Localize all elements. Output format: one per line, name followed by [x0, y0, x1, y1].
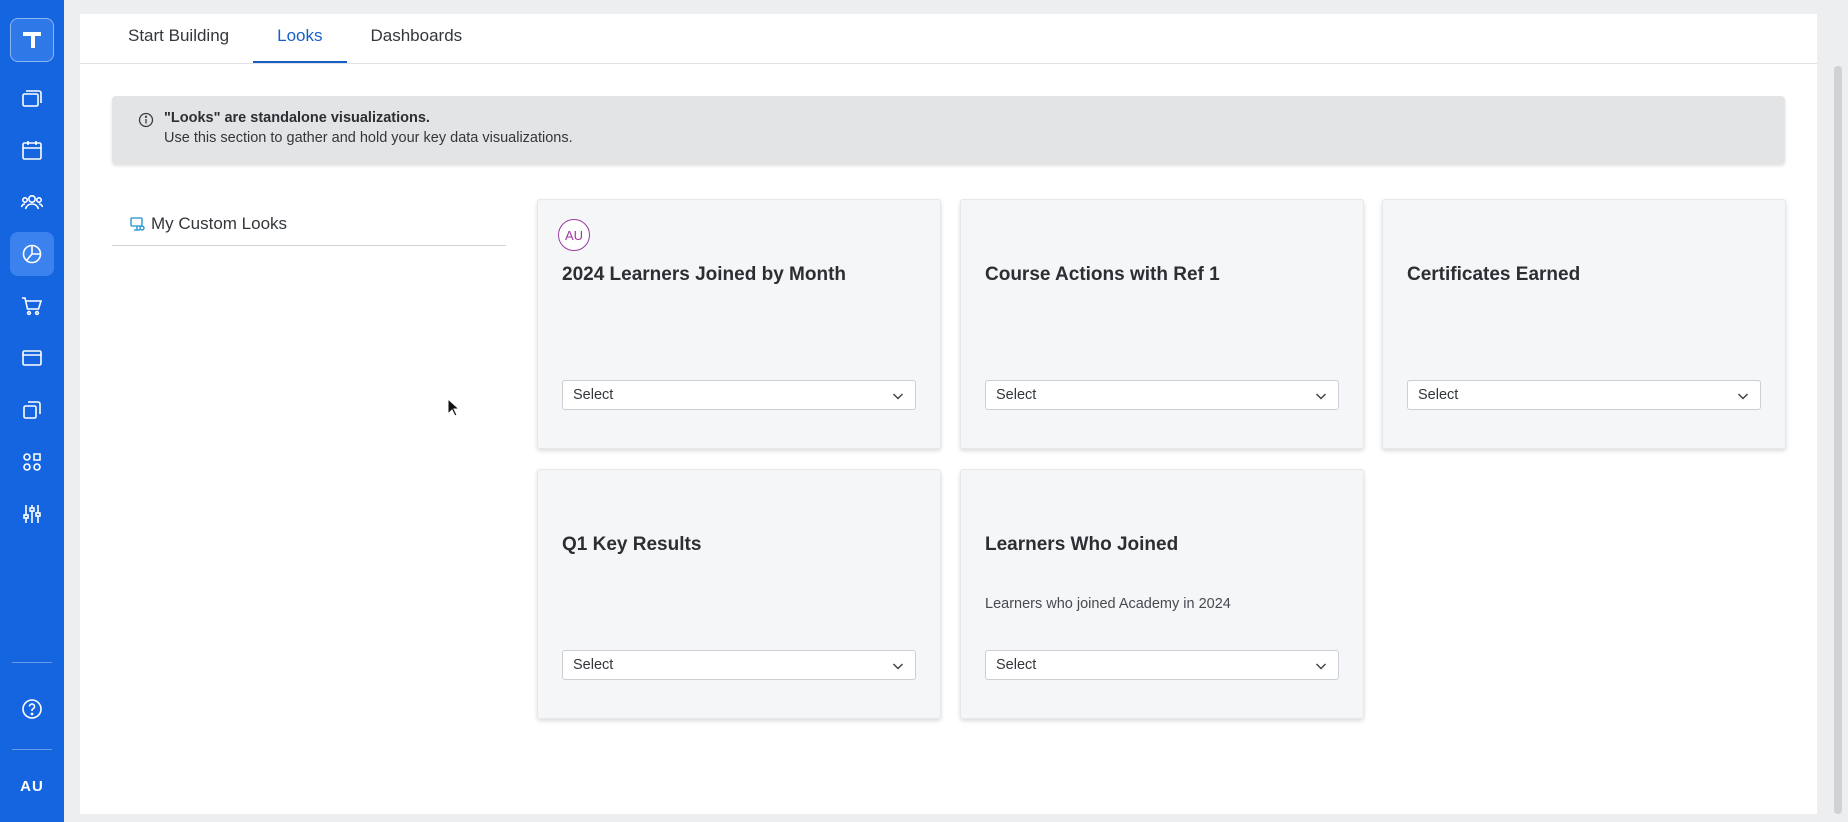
cart-icon [22, 297, 43, 316]
look-select[interactable]: Select [1407, 380, 1761, 410]
nav-item-apps[interactable] [10, 440, 54, 484]
user-avatar[interactable]: AU [20, 750, 44, 822]
sidebar-title: My Custom Looks [151, 213, 288, 233]
look-title[interactable]: Certificates Earned [1407, 264, 1580, 286]
copy-icon [23, 401, 41, 419]
rail-nav [10, 72, 54, 540]
chevron-down-icon [1738, 393, 1748, 400]
calendar-icon [22, 141, 42, 160]
look-title[interactable]: 2024 Learners Joined by Month [562, 264, 846, 286]
look-card[interactable]: Course Actions with Ref 1 Select [960, 199, 1364, 449]
look-title[interactable]: Learners Who Joined [985, 534, 1178, 556]
nav-item-settings[interactable] [10, 492, 54, 536]
nav-item-cards[interactable] [10, 76, 54, 120]
info-banner: "Looks" are standalone visualizations. U… [112, 96, 1785, 164]
select-value: Select [573, 387, 614, 403]
custom-looks-folder[interactable]: My Custom Looks [112, 202, 506, 246]
nav-item-analytics[interactable] [10, 232, 54, 276]
nav-item-window[interactable] [10, 336, 54, 380]
users-icon [20, 195, 44, 210]
app-logo[interactable] [10, 18, 54, 62]
look-title[interactable]: Course Actions with Ref 1 [985, 264, 1220, 286]
folder-user-icon [130, 216, 145, 231]
sliders-icon [23, 505, 41, 523]
look-card[interactable]: AU 2024 Learners Joined by Month Select [537, 199, 941, 449]
nav-item-calendar[interactable] [10, 128, 54, 172]
look-card[interactable]: Q1 Key Results Select [537, 469, 941, 719]
cards-icon [22, 90, 42, 107]
look-select[interactable]: Select [562, 650, 916, 680]
chevron-down-icon [893, 663, 903, 670]
look-select[interactable]: Select [985, 380, 1339, 410]
tab-dashboards[interactable]: Dashboards [347, 13, 487, 63]
info-title: "Looks" are standalone visualizations. [164, 110, 430, 126]
chevron-down-icon [1316, 393, 1326, 400]
select-value: Select [573, 657, 614, 673]
nav-item-cart[interactable] [10, 284, 54, 328]
chevron-down-icon [893, 393, 903, 400]
rail-bottom: AU [0, 662, 64, 822]
nav-item-users[interactable] [10, 180, 54, 224]
select-value: Select [996, 657, 1037, 673]
nav-item-help[interactable] [10, 687, 54, 731]
look-select[interactable]: Select [985, 650, 1339, 680]
look-card[interactable]: Certificates Earned Select [1382, 199, 1786, 449]
select-value: Select [1418, 387, 1459, 403]
tab-start-building[interactable]: Start Building [104, 13, 253, 63]
tab-bar: Start Building Looks Dashboards [80, 14, 1817, 64]
look-card[interactable]: Learners Who Joined Learners who joined … [960, 469, 1364, 719]
info-body: Use this section to gather and hold your… [164, 130, 573, 146]
select-value: Select [996, 387, 1037, 403]
main-panel: Start Building Looks Dashboards "Looks" … [80, 14, 1817, 814]
page-scrollbar[interactable] [1834, 66, 1842, 814]
info-icon [138, 112, 154, 128]
chart-icon [22, 244, 42, 264]
owner-avatar: AU [558, 219, 590, 251]
rail-divider [12, 662, 52, 663]
logo-icon [23, 32, 41, 48]
nav-item-copy[interactable] [10, 388, 54, 432]
tab-looks[interactable]: Looks [253, 13, 347, 63]
look-select[interactable]: Select [562, 380, 916, 410]
apps-icon [23, 453, 41, 471]
help-icon [22, 699, 42, 719]
window-icon [22, 350, 42, 366]
left-rail: AU [0, 0, 64, 822]
look-description: Learners who joined Academy in 2024 [985, 596, 1231, 612]
look-title[interactable]: Q1 Key Results [562, 534, 701, 556]
mouse-cursor-icon [447, 398, 461, 417]
chevron-down-icon [1316, 663, 1326, 670]
